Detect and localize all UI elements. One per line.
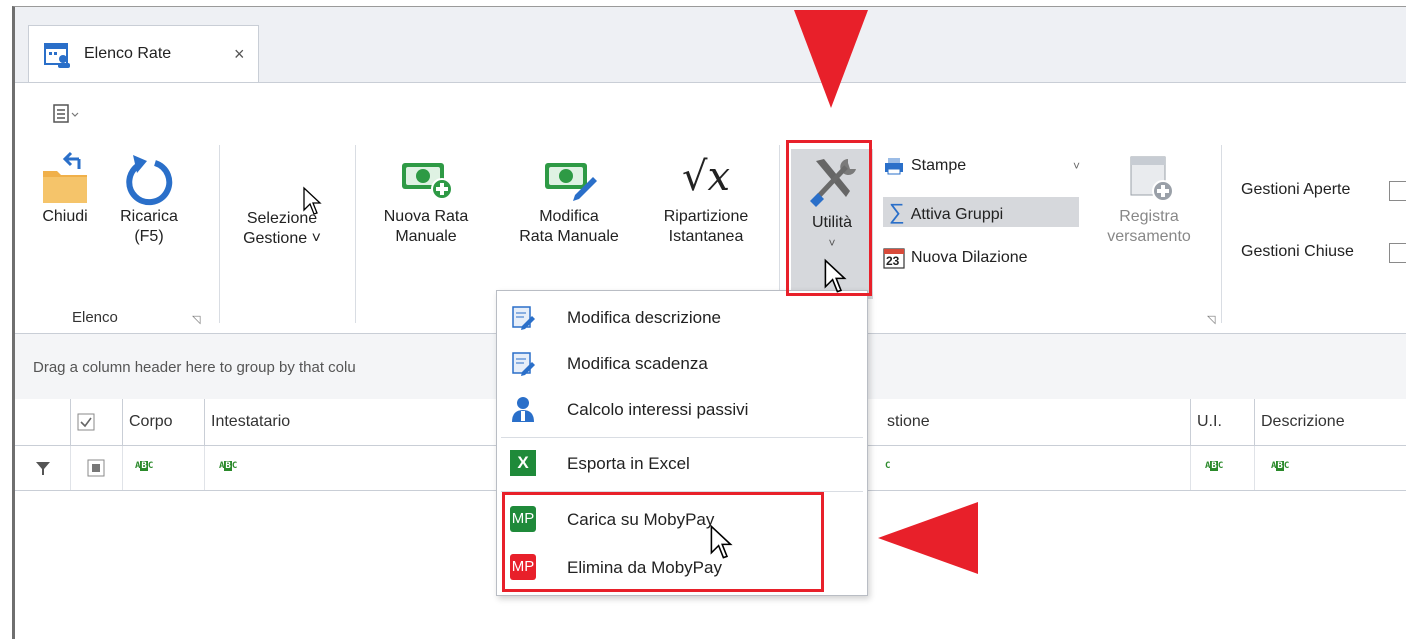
folder-back-icon xyxy=(43,151,87,203)
calendar-people-icon xyxy=(44,43,70,68)
nuova-dilazione-label: Nuova Dilazione xyxy=(911,249,1028,266)
tab-label: Elenco Rate xyxy=(84,45,172,62)
tab-strip: Elenco Rate × xyxy=(15,7,1406,83)
quick-access-menu-icon[interactable] xyxy=(53,104,83,124)
dialog-launcher-icon[interactable]: ◹ xyxy=(1207,313,1215,326)
menu-item-label: Esporta in Excel xyxy=(567,454,690,473)
column-header-corpo[interactable]: Corpo xyxy=(123,399,205,445)
checkbox-checked-icon xyxy=(77,413,95,431)
document-add-icon xyxy=(1130,156,1174,202)
stampe-button[interactable]: Stampe ˅ xyxy=(883,151,1093,181)
attiva-gruppi-label: Attiva Gruppi xyxy=(910,206,1004,223)
menu-item-modifica-descrizione[interactable]: Modifica descrizione xyxy=(497,295,867,341)
text-filter-icon: ABC xyxy=(135,461,154,471)
close-tab-icon[interactable]: × xyxy=(234,44,245,65)
edit-document-icon xyxy=(512,352,535,376)
filter-cell-intestatario[interactable]: ABC xyxy=(205,446,505,490)
menu-item-label: Modifica scadenza xyxy=(567,354,708,373)
printer-icon xyxy=(885,157,903,175)
gestioni-chiuse-checkbox[interactable] xyxy=(1389,243,1406,263)
money-add-icon xyxy=(402,163,453,200)
calendar-day: 23 xyxy=(886,253,900,268)
text-filter-icon: C xyxy=(885,461,891,471)
calendar-icon: 23 xyxy=(883,247,905,269)
ripartizione-button[interactable]: √x Ripartizione Istantanea xyxy=(645,147,767,247)
menu-item-label: Calcolo interessi passivi xyxy=(567,400,749,419)
filter-checkbox-cell[interactable] xyxy=(71,446,123,490)
ribbon-separator xyxy=(355,145,356,323)
gestioni-aperte-label: Gestioni Aperte xyxy=(1241,181,1351,198)
highlight-box-mobypay xyxy=(502,492,824,592)
filter-cell-descrizione[interactable]: ABC xyxy=(1255,446,1406,490)
column-header-gestione[interactable]: stione xyxy=(881,399,1191,445)
chevron-down-icon: ˅ xyxy=(1073,159,1081,173)
column-header-descrizione[interactable]: Descrizione xyxy=(1255,399,1406,445)
text-filter-icon: ABC xyxy=(1271,461,1290,471)
ribbon-separator xyxy=(1221,145,1222,323)
money-edit-icon xyxy=(545,163,597,201)
ripartizione-label: Ripartizione Istantanea xyxy=(663,208,749,245)
filter-cell-gestione[interactable]: C xyxy=(881,446,1191,490)
mouse-pointer-icon xyxy=(710,524,733,559)
registra-label: Registra versamento xyxy=(1107,208,1191,245)
red-arrow-down-icon xyxy=(794,10,868,108)
chiudi-label: Chiudi xyxy=(42,208,88,225)
refresh-icon xyxy=(126,155,173,206)
mouse-pointer-icon xyxy=(303,186,322,215)
row-indicator-header xyxy=(15,399,71,445)
text-filter-icon: ABC xyxy=(219,461,238,471)
column-header-ui[interactable]: U.I. xyxy=(1191,399,1255,445)
edit-document-icon xyxy=(512,306,535,330)
modifica-rata-button[interactable]: Modifica Rata Manuale xyxy=(501,147,637,247)
filter-row-indicator xyxy=(15,446,71,490)
ribbon-separator xyxy=(219,145,220,323)
person-icon xyxy=(512,397,534,422)
filter-icon xyxy=(36,462,50,475)
registra-versamento-button[interactable]: Registra versamento xyxy=(1093,147,1205,247)
text-filter-icon: ABC xyxy=(1205,461,1224,471)
excel-icon: X xyxy=(510,450,536,476)
menu-item-modifica-scadenza[interactable]: Modifica scadenza xyxy=(497,341,867,387)
ricarica-button[interactable]: Ricarica (F5) xyxy=(111,147,187,247)
mouse-pointer-icon xyxy=(824,258,847,293)
column-header-intestatario[interactable]: Intestatario xyxy=(205,399,505,445)
gestioni-aperte-checkbox[interactable] xyxy=(1389,181,1406,201)
menu-separator xyxy=(501,437,863,438)
attiva-gruppi-button[interactable]: ∑ Attiva Gruppi xyxy=(883,197,1079,227)
nuova-rata-button[interactable]: Nuova Rata Manuale xyxy=(367,147,485,247)
stampe-label: Stampe xyxy=(911,157,967,174)
gestioni-chiuse-label: Gestioni Chiuse xyxy=(1241,243,1354,260)
checkbox-indeterminate-icon xyxy=(87,459,105,477)
menu-item-label: Modifica descrizione xyxy=(567,308,722,327)
chiudi-button[interactable]: Chiudi xyxy=(37,147,93,227)
select-all-header[interactable] xyxy=(71,399,123,445)
group-label-elenco: Elenco xyxy=(72,309,118,326)
menu-item-calcolo-interessi[interactable]: Calcolo interessi passivi xyxy=(497,387,867,433)
tab-elenco-rate[interactable]: Elenco Rate × xyxy=(28,25,259,82)
sqrt-icon: √x xyxy=(681,154,731,200)
nuova-rata-label: Nuova Rata Manuale xyxy=(383,208,469,245)
modifica-rata-label: Modifica Rata Manuale xyxy=(519,208,619,245)
ricarica-label: Ricarica (F5) xyxy=(120,208,178,245)
nuova-dilazione-button[interactable]: 23 Nuova Dilazione xyxy=(883,243,1083,273)
filter-cell-corpo[interactable]: ABC xyxy=(123,446,205,490)
group-by-hint: Drag a column header here to group by th… xyxy=(33,359,356,376)
red-arrow-left-icon xyxy=(878,502,978,574)
menu-item-esporta-excel[interactable]: X Esporta in Excel xyxy=(497,441,867,487)
sigma-icon: ∑ xyxy=(889,199,905,224)
dialog-launcher-icon[interactable]: ◹ xyxy=(192,313,200,326)
filter-cell-ui[interactable]: ABC xyxy=(1191,446,1255,490)
